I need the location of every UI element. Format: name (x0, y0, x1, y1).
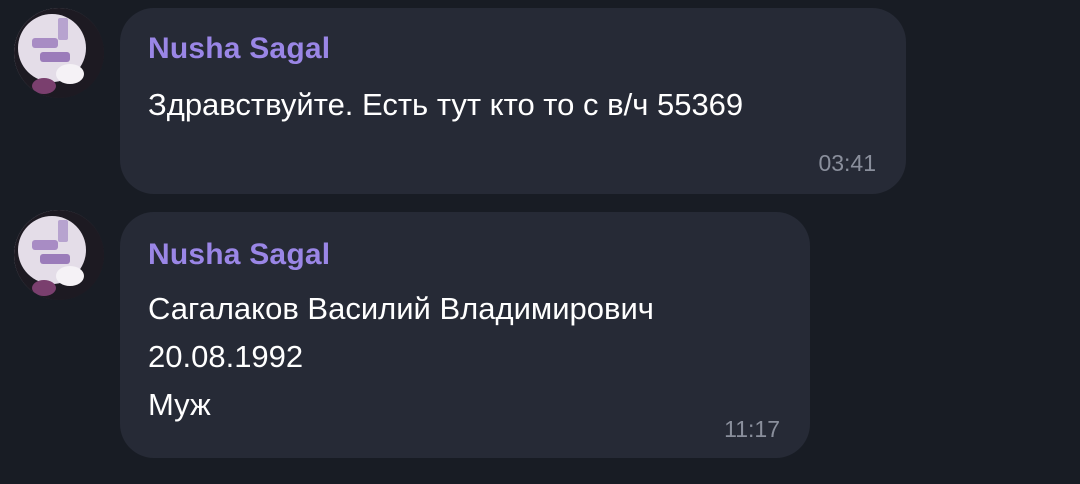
message-text-line: 20.08.1992 (148, 339, 304, 374)
message-text-line: Сагалаков Василий Владимирович (148, 291, 654, 326)
message-text-line: Здравствуйте. Есть тут кто то с в/ч 5536… (148, 87, 744, 122)
sender-name[interactable]: Nusha Sagal (148, 32, 330, 66)
sender-avatar[interactable] (14, 8, 104, 98)
message-bubble[interactable]: Nusha Sagal Здравствуйте. Есть тут кто т… (120, 8, 906, 194)
sender-name[interactable]: Nusha Sagal (148, 238, 330, 272)
avatar-photo-icon (14, 210, 104, 300)
avatar-photo-icon (14, 8, 104, 98)
sender-avatar[interactable] (14, 210, 104, 300)
message-timestamp: 03:41 (818, 150, 876, 176)
message-text-line: Муж (148, 387, 211, 422)
message-bubble[interactable]: Nusha Sagal Сагалаков Василий Владимиров… (120, 212, 810, 458)
message-timestamp: 11:17 (724, 416, 780, 442)
chat-message-list[interactable]: Nusha Sagal Здравствуйте. Есть тут кто т… (0, 0, 1080, 484)
